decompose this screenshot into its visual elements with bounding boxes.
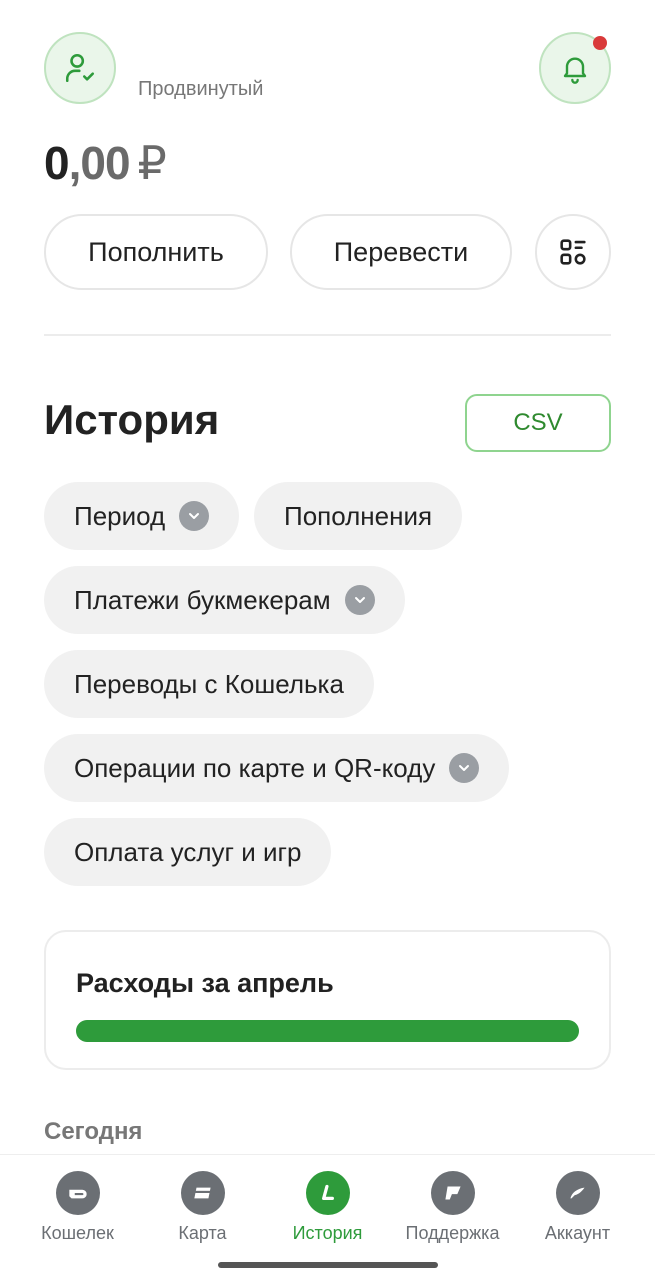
bottom-tab-bar: Кошелек Карта История Поддержка Аккаунт xyxy=(0,1154,655,1280)
csv-export-button[interactable]: CSV xyxy=(465,394,611,452)
filter-chip-label: Пополнения xyxy=(284,500,433,531)
filter-chip-label: Период xyxy=(74,500,166,531)
transfer-button[interactable]: Перевести xyxy=(290,214,512,290)
chevron-down-icon xyxy=(179,501,210,531)
filter-chip-label: Операции по карте и QR-коду xyxy=(74,752,436,783)
filter-topups-chip[interactable]: Пополнения xyxy=(254,482,463,550)
user-check-icon xyxy=(65,53,95,83)
tab-label: История xyxy=(292,1223,363,1243)
qr-scan-icon xyxy=(560,239,586,265)
feed-section-today: Сегодня xyxy=(44,1118,143,1145)
filter-card-qr-operations-chip[interactable]: Операции по карте и QR-коду xyxy=(44,734,510,802)
header: Продвинутый xyxy=(44,32,611,106)
profile-avatar-button[interactable] xyxy=(44,32,116,104)
expenses-progress-bar xyxy=(76,1020,579,1042)
account-icon xyxy=(555,1171,600,1215)
topup-button[interactable]: Пополнить xyxy=(44,214,268,290)
filter-chip-label: Переводы с Кошелька xyxy=(74,668,344,699)
filter-bookmaker-payments-chip[interactable]: Платежи букмекерам xyxy=(44,566,405,634)
filter-period-chip[interactable]: Период xyxy=(44,482,240,550)
chevron-down-icon xyxy=(449,753,480,783)
tab-label: Аккаунт xyxy=(544,1223,611,1243)
expenses-title: Расходы за апрель xyxy=(76,968,334,998)
chevron-down-icon xyxy=(344,585,375,615)
tab-card[interactable]: Карта xyxy=(137,1171,268,1244)
expenses-progress-fill xyxy=(76,1020,579,1042)
tab-support[interactable]: Поддержка xyxy=(387,1171,518,1244)
history-title: История xyxy=(44,396,220,443)
balance-integer: 0 xyxy=(44,137,70,189)
monthly-expenses-card[interactable]: Расходы за апрель xyxy=(44,930,611,1070)
tab-wallet[interactable]: Кошелек xyxy=(12,1171,143,1244)
card-icon xyxy=(180,1171,225,1215)
filter-services-games-chip[interactable]: Оплата услуг и игр xyxy=(44,818,332,886)
qr-scan-button[interactable] xyxy=(535,214,611,290)
support-icon xyxy=(430,1171,475,1215)
home-indicator xyxy=(218,1262,438,1268)
wallet-actions: Пополнить Перевести xyxy=(44,214,611,292)
history-icon xyxy=(305,1171,350,1215)
filter-chip-label: Оплата услуг и игр xyxy=(74,836,302,867)
tab-account[interactable]: Аккаунт xyxy=(512,1171,643,1244)
tab-label: Карта xyxy=(178,1223,227,1243)
notification-dot xyxy=(593,36,607,50)
balance-decimals: ,00 xyxy=(68,137,131,189)
notifications-button[interactable] xyxy=(539,32,611,104)
wallet-icon xyxy=(55,1171,100,1215)
history-filters: Период Пополнения Платежи букмекерам Пер… xyxy=(44,482,611,902)
tab-history[interactable]: История xyxy=(262,1171,393,1244)
balance-currency: ₽ xyxy=(137,137,167,189)
tab-label: Кошелек xyxy=(41,1223,114,1243)
account-status-label: Продвинутый xyxy=(138,78,264,100)
filter-chip-label: Платежи букмекерам xyxy=(74,584,331,615)
balance-amount: 0,00 ₽ xyxy=(44,136,167,190)
section-divider xyxy=(44,334,611,336)
bell-icon xyxy=(563,57,587,84)
tab-label: Поддержка xyxy=(405,1223,500,1243)
filter-wallet-transfers-chip[interactable]: Переводы с Кошелька xyxy=(44,650,374,718)
